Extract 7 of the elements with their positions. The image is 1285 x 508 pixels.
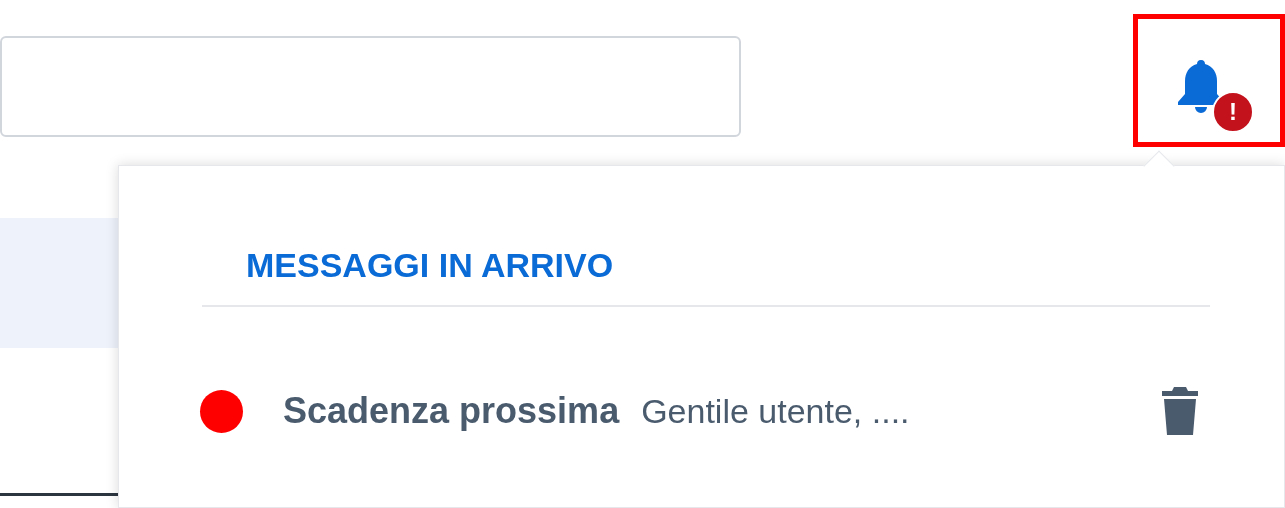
search-field[interactable] <box>0 36 741 137</box>
message-preview: Gentile utente, .... <box>641 390 910 432</box>
message-subject[interactable]: Scadenza prossima <box>283 384 620 438</box>
notification-button[interactable]: ! <box>1168 52 1258 132</box>
delete-icon[interactable] <box>1162 387 1198 435</box>
panel-title: MESSAGGI IN ARRIVO <box>246 245 614 286</box>
alert-badge: ! <box>1212 91 1254 133</box>
